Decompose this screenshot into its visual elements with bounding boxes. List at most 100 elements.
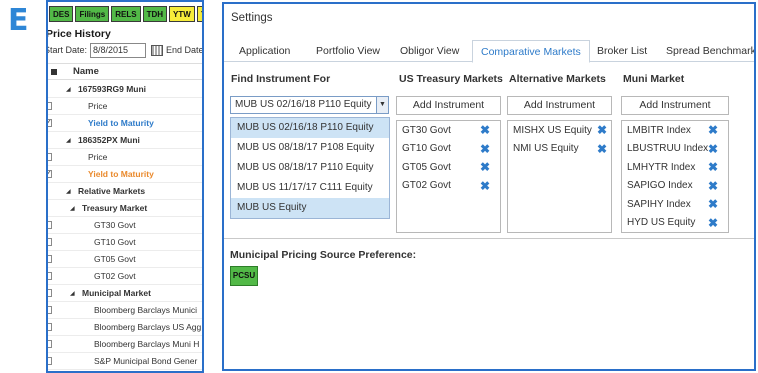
instrument-item: LMBITR Index ✖ [622,121,728,140]
remove-icon[interactable]: ✖ [708,197,718,211]
instrument-item: HYD US Equity ✖ [622,214,728,233]
filings-button[interactable]: Filings [75,6,110,22]
instrument-option[interactable]: MUB US 08/18/17 P108 Equity [231,138,389,158]
row-checkbox[interactable] [48,340,52,348]
tab-application[interactable]: Application [239,45,290,57]
tab-portfolio-view[interactable]: Portfolio View [316,45,380,57]
tree-row[interactable]: GT02 Govt [48,268,202,285]
remove-icon[interactable]: ✖ [597,123,607,137]
tree-row[interactable]: GT10 Govt [48,234,202,251]
row-label: S&P Municipal Bond Gener [94,356,198,366]
add-alternative-button[interactable]: Add Instrument [507,96,612,115]
instrument-label: GT02 Govt [402,180,451,192]
instrument-select[interactable]: MUB US 02/16/18 P110 Equity ▼ [230,96,389,114]
tree-row[interactable]: GT30 Govt [48,217,202,234]
row-checkbox[interactable] [48,289,52,297]
instrument-option[interactable]: MUB US Equity [231,198,389,218]
row-label: 167593RG9 Muni [78,84,147,94]
tree-row[interactable]: Price [48,98,202,115]
add-treasury-button[interactable]: Add Instrument [396,96,501,115]
end-date-label: End Date [166,45,204,55]
rels-button[interactable]: RELS [111,6,141,22]
tab-obligor-view[interactable]: Obligor View [400,45,459,57]
tree-row[interactable]: ✓ Yield to Maturity [48,166,202,183]
row-checkbox[interactable] [48,153,52,161]
price-history-title: Price History [46,28,111,40]
tdh-button[interactable]: TDH [142,6,168,22]
row-label: Price [88,101,108,111]
instrument-label: MISHX US Equity [513,124,592,136]
instrument-option[interactable]: MUB US 11/17/17 C111 Equity [231,178,389,198]
expand-toggle-icon[interactable]: ◢ [70,290,75,297]
expand-toggle-icon[interactable]: ◢ [66,86,71,93]
remove-icon[interactable]: ✖ [708,179,718,193]
row-checkbox[interactable] [48,255,52,263]
tree-row[interactable]: GT05 Govt [48,251,202,268]
expand-toggle-icon[interactable]: ◢ [66,137,71,144]
row-label: Bloomberg Barclays US Agg [94,322,202,332]
row-checkbox[interactable]: ✓ [48,119,52,127]
row-checkbox[interactable] [48,102,52,110]
row-checkbox[interactable] [48,238,52,246]
instrument-label: SAPIGO Index [627,180,693,192]
instrument-label: HYD US Equity [627,217,696,229]
instrument-select-value: MUB US 02/16/18 P110 Equity [235,99,372,110]
date-range-row: Start Date: 8/8/2015 End Date [48,41,204,59]
remove-icon[interactable]: ✖ [480,160,490,174]
select-all-icon[interactable] [51,68,57,75]
row-checkbox[interactable] [48,323,52,331]
remove-icon[interactable]: ✖ [480,123,490,137]
price-history-panel: DES Filings RELS TDH YTW Y Price History… [46,0,204,373]
remove-icon[interactable]: ✖ [708,216,718,230]
row-checkbox[interactable]: ✓ [48,170,52,178]
instrument-option[interactable]: MUB US 08/18/17 P110 Equity [231,158,389,178]
row-label: Relative Markets [78,186,146,196]
chevron-down-icon[interactable]: ▼ [376,97,388,113]
tree-row[interactable]: Bloomberg Barclays Muni H [48,336,202,353]
row-checkbox[interactable] [48,306,52,314]
tree-row[interactable]: ◢ Treasury Market [48,200,202,217]
instrument-item: GT05 Govt ✖ [397,158,500,177]
calendar-icon[interactable] [151,44,164,56]
tree-row[interactable]: ✓ Yield to Maturity [48,115,202,132]
tree-row[interactable]: Bloomberg Barclays Munici [48,302,202,319]
muni-list: LMBITR Index ✖ LBUSTRUU Index ✖ LMHYTR Index… [621,120,729,233]
instrument-label: LMBITR Index [627,124,691,136]
add-muni-button[interactable]: Add Instrument [621,96,729,115]
tree-row[interactable]: ◢ Relative Markets [48,183,202,200]
instrument-item: LBUSTRUU Index ✖ [622,140,728,159]
start-date-input[interactable]: 8/8/2015 [90,42,147,58]
row-checkbox[interactable] [48,221,52,229]
instrument-label: GT10 Govt [402,143,451,155]
tab-comparative-markets[interactable]: Comparative Markets [472,40,590,63]
tree-row[interactable]: S&P Municipal Bond Gener [48,353,202,370]
ytw-button[interactable]: YTW [169,6,195,22]
remove-icon[interactable]: ✖ [480,142,490,156]
tree-row[interactable]: ◢ 167593RG9 Muni [48,81,202,98]
instrument-item: SAPIGO Index ✖ [622,177,728,196]
remove-icon[interactable]: ✖ [597,142,607,156]
tree-row[interactable]: Price [48,149,202,166]
tree-row[interactable]: ◢ Municipal Market [48,285,202,302]
tree-row[interactable]: ◢ 186352PX Muni [48,132,202,149]
y-button[interactable]: Y [196,6,202,22]
row-checkbox[interactable] [48,357,52,365]
tab-spread-benchmark[interactable]: Spread Benchmark [666,45,754,57]
remove-icon[interactable]: ✖ [708,123,718,137]
instrument-option[interactable]: MUB US 02/16/18 P110 Equity [231,118,389,138]
series-tree: ◢ 167593RG9 Muni Price ✓ Yield to Maturity ◢ 1… [48,81,202,371]
instrument-item: MISHX US Equity ✖ [508,121,611,140]
remove-icon[interactable]: ✖ [708,142,718,156]
expand-toggle-icon[interactable]: ◢ [70,205,75,212]
remove-icon[interactable]: ✖ [480,179,490,193]
tree-row[interactable]: Bloomberg Barclays US Agg [48,319,202,336]
row-label: GT30 Govt [94,220,136,230]
function-toolbar: DES Filings RELS TDH YTW Y [48,6,202,24]
pcsu-button[interactable]: PCSU [230,266,258,286]
name-column-header: Name [48,63,202,80]
remove-icon[interactable]: ✖ [708,160,718,174]
tab-broker-list[interactable]: Broker List [597,45,647,57]
row-checkbox[interactable] [48,272,52,280]
expand-toggle-icon[interactable]: ◢ [66,188,71,195]
des-button[interactable]: DES [49,6,74,22]
